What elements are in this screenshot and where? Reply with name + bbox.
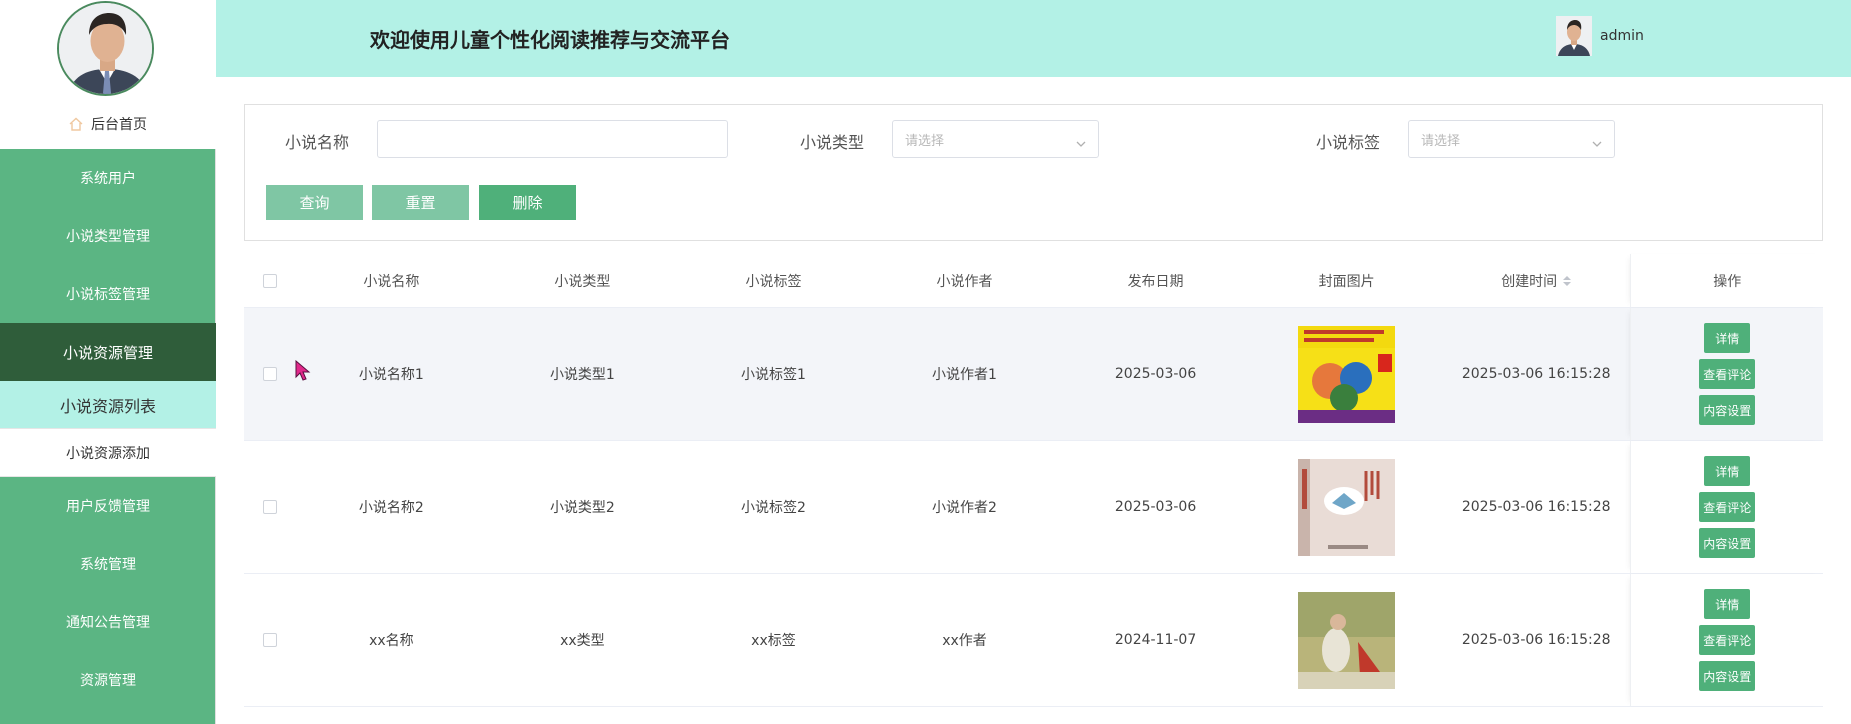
home-icon bbox=[69, 117, 83, 131]
home-link[interactable]: 后台首页 bbox=[0, 112, 216, 136]
cell-tag: 小说标签2 bbox=[741, 500, 806, 516]
submenu-item-resource-list[interactable]: 小说资源列表 bbox=[0, 381, 216, 429]
name-label: 小说名称 bbox=[285, 133, 350, 152]
sidebar-item-novel-resources[interactable]: 小说资源管理 bbox=[0, 323, 216, 381]
home-label: 后台首页 bbox=[91, 117, 147, 133]
tag-select[interactable]: 请选择 bbox=[1408, 120, 1615, 158]
cell-created: 2025-03-06 16:15:28 bbox=[1461, 366, 1611, 382]
row-checkbox[interactable] bbox=[263, 367, 277, 381]
row-checkbox[interactable] bbox=[263, 500, 277, 514]
resource-table: 小说名称 小说类型 小说标签 小说作者 发布日期 封面图片 创建时间 操作 小说… bbox=[244, 254, 1823, 707]
table-row: 小说名称1 小说类型1 小说标签1 小说作者1 2025-03-06 2025-… bbox=[244, 308, 1823, 441]
page-title: 欢迎使用儿童个性化阅读推荐与交流平台 bbox=[370, 28, 730, 52]
mouse-cursor-icon bbox=[295, 359, 311, 382]
cell-date: 2025-03-06 bbox=[1114, 499, 1197, 515]
col-header-name: 小说名称 bbox=[363, 273, 420, 290]
sidebar-item-resources[interactable]: 资源管理 bbox=[0, 651, 216, 709]
cell-tag: 小说标签1 bbox=[741, 367, 806, 383]
cell-tag: xx标签 bbox=[751, 633, 796, 649]
user-avatar bbox=[1556, 16, 1592, 56]
cell-type: 小说类型1 bbox=[549, 367, 615, 383]
chevron-down-icon bbox=[1592, 134, 1602, 147]
avatar bbox=[57, 1, 154, 96]
cell-name: 小说名称1 bbox=[358, 367, 424, 383]
content-settings-button[interactable]: 内容设置 bbox=[1699, 661, 1756, 691]
table-row: 小说名称2 小说类型2 小说标签2 小说作者2 2025-03-06 2025-… bbox=[244, 441, 1823, 574]
sidebar-item-system-users[interactable]: 系统用户 bbox=[0, 149, 216, 207]
cell-created: 2025-03-06 16:15:28 bbox=[1461, 499, 1611, 515]
col-header-tag: 小说标签 bbox=[745, 273, 802, 290]
view-comments-button[interactable]: 查看评论 bbox=[1699, 359, 1756, 389]
content-settings-button[interactable]: 内容设置 bbox=[1699, 395, 1756, 425]
user-menu[interactable]: admin bbox=[1556, 16, 1644, 56]
cell-type: 小说类型2 bbox=[549, 500, 615, 516]
cell-author: xx作者 bbox=[942, 633, 987, 649]
view-comments-button[interactable]: 查看评论 bbox=[1699, 492, 1756, 522]
cell-name: xx名称 bbox=[369, 633, 414, 649]
name-input[interactable] bbox=[377, 120, 728, 158]
username: admin bbox=[1600, 28, 1644, 44]
col-header-cover: 封面图片 bbox=[1318, 273, 1375, 290]
sidebar-item-novel-types[interactable]: 小说类型管理 bbox=[0, 207, 216, 265]
cell-name: 小说名称2 bbox=[358, 500, 424, 516]
cell-author: 小说作者1 bbox=[932, 367, 997, 383]
delete-button[interactable]: 删除 bbox=[479, 185, 576, 220]
col-header-created-label: 创建时间 bbox=[1501, 273, 1558, 290]
col-header-author: 小说作者 bbox=[936, 273, 993, 290]
content-settings-button[interactable]: 内容设置 bbox=[1699, 528, 1756, 558]
cover-image[interactable] bbox=[1298, 591, 1396, 689]
sidebar: 后台首页 系统用户 小说类型管理 小说标签管理 小说资源管理 小说资源列表 小说… bbox=[0, 0, 216, 724]
tag-label: 小说标签 bbox=[1316, 133, 1381, 152]
search-panel: 小说名称 小说类型 请选择 小说标签 请选择 查询 重置 删除 bbox=[244, 104, 1823, 241]
query-button[interactable]: 查询 bbox=[266, 185, 363, 220]
type-select[interactable]: 请选择 bbox=[892, 120, 1099, 158]
sidebar-profile: 后台首页 bbox=[0, 0, 216, 149]
row-checkbox[interactable] bbox=[263, 633, 277, 647]
cell-date: 2024-11-07 bbox=[1114, 632, 1197, 648]
detail-button[interactable]: 详情 bbox=[1704, 456, 1751, 486]
sidebar-item-system[interactable]: 系统管理 bbox=[0, 535, 216, 593]
chevron-down-icon bbox=[1076, 134, 1086, 147]
select-all-checkbox[interactable] bbox=[263, 273, 277, 288]
cell-type: xx类型 bbox=[560, 633, 605, 649]
col-header-date: 发布日期 bbox=[1127, 273, 1184, 290]
table-header: 小说名称 小说类型 小说标签 小说作者 发布日期 封面图片 创建时间 操作 bbox=[244, 254, 1823, 308]
tag-placeholder: 请选择 bbox=[1421, 133, 1461, 149]
reset-button[interactable]: 重置 bbox=[372, 185, 469, 220]
sidebar-item-feedback[interactable]: 用户反馈管理 bbox=[0, 477, 216, 535]
sidebar-item-novel-tags[interactable]: 小说标签管理 bbox=[0, 265, 216, 323]
col-header-type: 小说类型 bbox=[554, 273, 611, 290]
sidebar-item-notices[interactable]: 通知公告管理 bbox=[0, 593, 216, 651]
cover-image[interactable] bbox=[1298, 458, 1396, 556]
view-comments-button[interactable]: 查看评论 bbox=[1699, 625, 1756, 655]
col-header-ops: 操作 bbox=[1630, 254, 1823, 307]
header: 欢迎使用儿童个性化阅读推荐与交流平台 admin bbox=[216, 0, 1851, 77]
table-row: xx名称 xx类型 xx标签 xx作者 2024-11-07 2025-03-0… bbox=[244, 574, 1823, 707]
sidebar-menu: 系统用户 小说类型管理 小说标签管理 小说资源管理 小说资源列表 小说资源添加 … bbox=[0, 149, 216, 709]
cell-date: 2025-03-06 bbox=[1114, 366, 1197, 382]
col-header-created[interactable]: 创建时间 bbox=[1442, 271, 1631, 291]
detail-button[interactable]: 详情 bbox=[1704, 589, 1751, 619]
cover-image[interactable] bbox=[1298, 325, 1396, 423]
type-placeholder: 请选择 bbox=[905, 133, 945, 149]
detail-button[interactable]: 详情 bbox=[1704, 323, 1751, 353]
cell-author: 小说作者2 bbox=[932, 500, 997, 516]
type-label: 小说类型 bbox=[800, 133, 865, 152]
submenu-item-resource-add[interactable]: 小说资源添加 bbox=[0, 429, 216, 477]
sort-icon[interactable] bbox=[1563, 275, 1572, 287]
cell-created: 2025-03-06 16:15:28 bbox=[1461, 632, 1611, 648]
